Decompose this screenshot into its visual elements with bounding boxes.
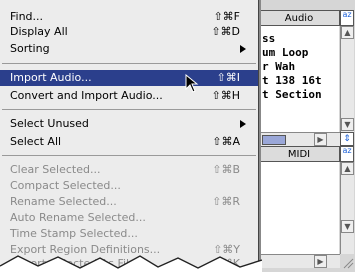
scroll-right-arrow-icon[interactable]: ▶ xyxy=(314,133,327,146)
menu-item-rename-selected[interactable]: Rename Selected... ⇧⌘R xyxy=(0,194,258,210)
midi-sort-icon[interactable]: az xyxy=(340,146,354,162)
submenu-arrow-icon xyxy=(240,120,246,128)
submenu-arrow-icon xyxy=(240,45,246,53)
menu-item-select-all[interactable]: Select All ⇧⌘A xyxy=(0,134,258,150)
scroll-thumb[interactable] xyxy=(262,135,286,145)
midi-scroll-up-arrow-icon[interactable]: ▲ xyxy=(341,162,354,175)
menu-item-auto-rename-selected[interactable]: Auto Rename Selected... xyxy=(0,210,258,226)
grow-box-icon[interactable] xyxy=(340,254,354,269)
midi-scroll-down-arrow-icon[interactable]: ▼ xyxy=(341,220,354,233)
menu-item-compact-selected[interactable]: Compact Selected... xyxy=(0,178,258,194)
menu-item-convert-import-audio[interactable]: Convert and Import Audio... ⇧⌘H xyxy=(0,88,258,104)
mouse-pointer-icon xyxy=(185,74,199,93)
menu-item-clear-selected[interactable]: Clear Selected... ⇧⌘B xyxy=(0,162,258,178)
menu-item-find[interactable]: Find... ⇧⌘F xyxy=(0,9,258,25)
midi-column-header[interactable]: MIDI xyxy=(258,146,340,162)
menu-item-display-all[interactable]: Display All ⇧⌘D xyxy=(0,24,258,40)
scroll-up-arrow-icon[interactable]: ▲ xyxy=(341,26,354,39)
menu-separator xyxy=(2,109,256,110)
menu-item-import-audio[interactable]: Import Audio... ⇧⌘I xyxy=(0,70,258,86)
torn-edge-decoration xyxy=(0,255,262,272)
audio-vertical-scrollbar[interactable]: ▲ ▼ xyxy=(340,26,354,132)
audio-column-header[interactable]: Audio xyxy=(258,10,340,26)
audio-sort-icon[interactable]: az xyxy=(340,10,354,26)
menu-item-select-unused[interactable]: Select Unused xyxy=(0,116,258,132)
audio-region-text: ss um Loop r Wah t 138 16t t Section xyxy=(262,32,322,101)
midi-region-list[interactable] xyxy=(258,162,339,262)
resize-divider-icon[interactable]: ⇕ xyxy=(340,132,354,146)
midi-vertical-scrollbar[interactable]: ▲ ▼ xyxy=(340,162,354,254)
midi-scroll-right-arrow-icon[interactable]: ▶ xyxy=(314,255,327,268)
scroll-down-arrow-icon[interactable]: ▼ xyxy=(341,118,354,131)
menu-item-sorting[interactable]: Sorting xyxy=(0,41,258,57)
menu-item-time-stamp-selected[interactable]: Time Stamp Selected... xyxy=(0,226,258,242)
regions-popup-menu: Find... ⇧⌘F Display All ⇧⌘D Sorting Impo… xyxy=(0,0,262,272)
audio-horizontal-scrollbar[interactable]: ▶ xyxy=(258,132,340,146)
menu-separator xyxy=(2,63,256,64)
midi-horizontal-scrollbar[interactable]: ▶ xyxy=(258,254,340,268)
menu-separator xyxy=(2,155,256,156)
